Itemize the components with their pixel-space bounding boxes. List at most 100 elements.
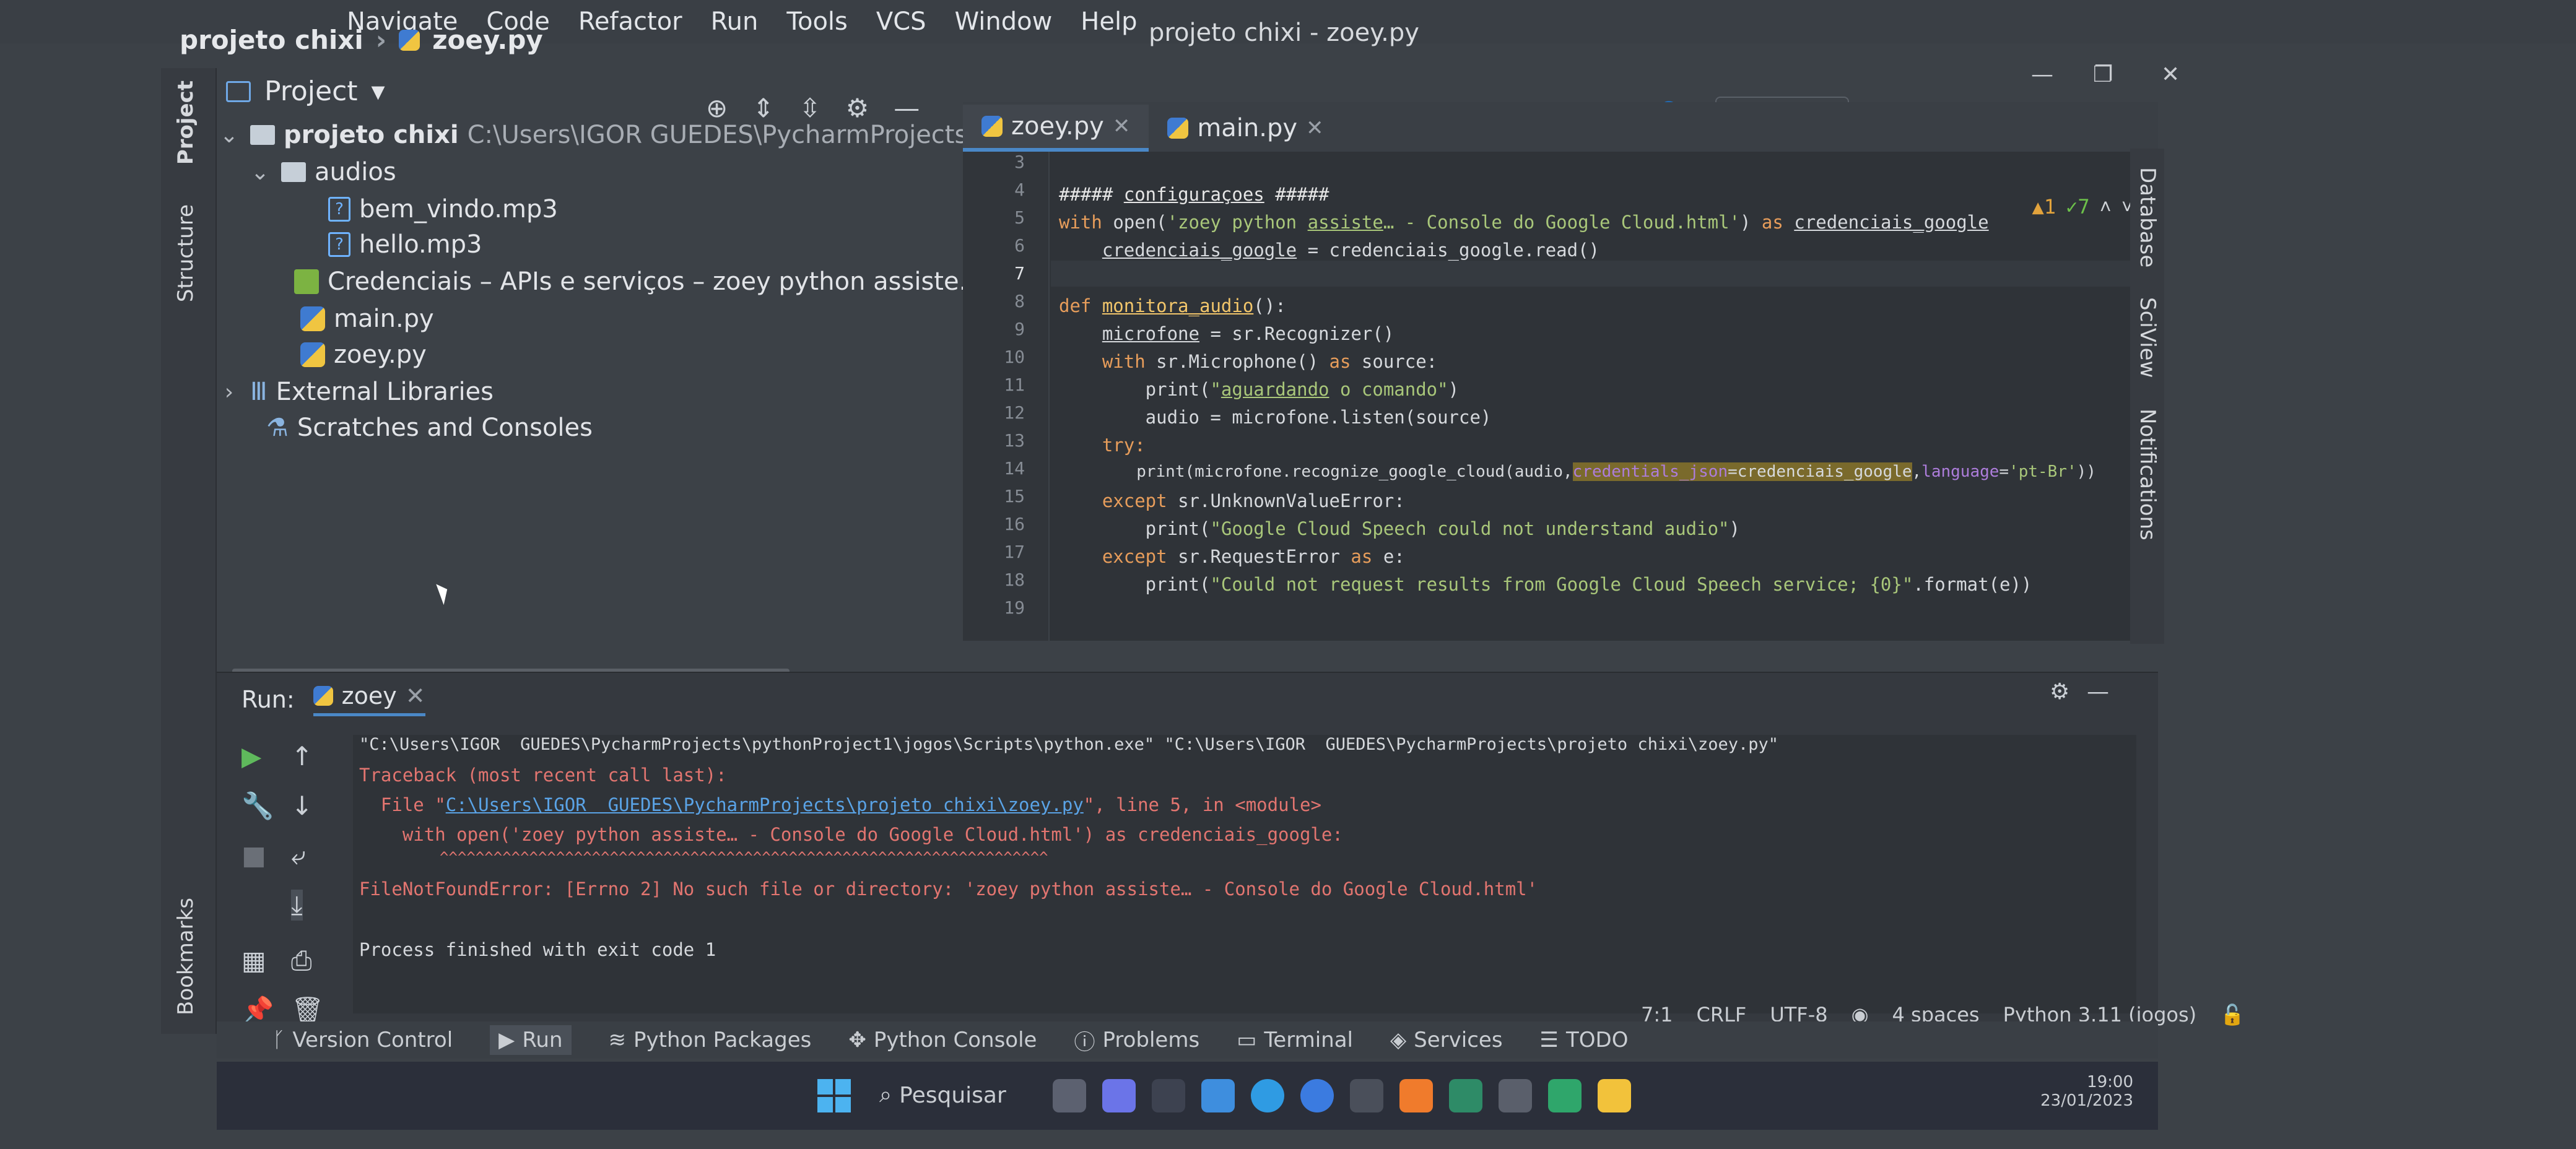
sciview-tool-label[interactable]: SciView (2135, 297, 2160, 378)
chrome-icon[interactable] (1300, 1079, 1334, 1112)
tree-item-label: Scratches and Consoles (297, 414, 593, 442)
close-icon[interactable]: ✕ (2161, 62, 2180, 87)
tree-item-scratches[interactable]: ⚗ Scratches and Consoles (266, 414, 593, 442)
locate-icon[interactable]: ⊕ (706, 93, 728, 123)
database-tool-label[interactable]: Database (2135, 167, 2160, 267)
tool-problems[interactable]: ⓘ Problems (1074, 1025, 1199, 1056)
unknown-file-icon: ? (328, 232, 350, 257)
expand-all-icon[interactable]: ⇕ (752, 93, 774, 123)
project-tool-label[interactable]: Project (173, 80, 198, 165)
hide-icon[interactable]: — (894, 93, 920, 123)
notifications-tool-label[interactable]: Notifications (2135, 409, 2160, 540)
app-icon[interactable] (1399, 1079, 1433, 1112)
system-tray[interactable]: 19:00 23/01/2023 (2040, 1073, 2133, 1110)
project-panel-title[interactable]: Project (264, 76, 358, 107)
tree-item-audios[interactable]: ⌄ audios (248, 158, 396, 186)
code-line-15: except sr.UnknownValueError: (1102, 490, 1405, 511)
tool-todo[interactable]: ☰ TODO (1540, 1028, 1629, 1052)
run-tab-zoey[interactable]: zoey ✕ (313, 682, 425, 716)
list-icon: ☰ (1539, 1028, 1559, 1052)
menu-refactor[interactable]: Refactor (578, 7, 682, 36)
chevron-up-icon[interactable]: ˄ (2100, 195, 2112, 220)
hide-icon[interactable]: — (2087, 679, 2109, 705)
lock-icon[interactable]: 🔓 (2220, 1003, 2245, 1026)
maximize-icon[interactable]: ❐ (2093, 62, 2113, 87)
store-icon[interactable] (1201, 1079, 1235, 1112)
chevron-down-icon[interactable]: ▾ (372, 76, 385, 107)
teams-icon[interactable] (1102, 1079, 1136, 1112)
menu-tools[interactable]: Tools (786, 7, 848, 36)
breadcrumb-project[interactable]: projeto chixi (180, 25, 363, 55)
collapse-all-icon[interactable]: ⇳ (799, 93, 820, 123)
breadcrumb-file[interactable]: zoey.py (432, 25, 543, 55)
edge-icon[interactable] (1251, 1079, 1284, 1112)
close-icon[interactable]: ✕ (1306, 116, 1324, 141)
menu-vcs[interactable]: VCS (876, 7, 926, 36)
line-number: 4 (1014, 180, 1025, 200)
windows-start-icon[interactable] (817, 1079, 851, 1112)
tree-item-bem-vindo[interactable]: ? bem_vindo.mp3 (328, 195, 558, 223)
task-view-icon[interactable] (1053, 1079, 1086, 1112)
tab-zoey[interactable]: zoey.py ✕ (963, 105, 1149, 152)
close-icon[interactable]: ✕ (1113, 114, 1131, 139)
print-icon[interactable]: ⎙ (291, 945, 312, 976)
stop-icon[interactable]: ■ (242, 840, 266, 870)
tree-item-hello[interactable]: ? hello.mp3 (328, 230, 482, 259)
menu-run[interactable]: Run (711, 7, 759, 36)
tool-run[interactable]: ▶ Run (490, 1025, 572, 1055)
tray-date: 23/01/2023 (2040, 1091, 2133, 1110)
tab-main[interactable]: main.py ✕ (1149, 105, 1342, 152)
app-icon[interactable] (1499, 1079, 1532, 1112)
tool-services[interactable]: ◈ Services (1390, 1028, 1503, 1052)
menu-window[interactable]: Window (955, 7, 1053, 36)
tree-item-external-libraries[interactable]: › Ⅲ External Libraries (217, 378, 494, 406)
tree-item-zoey[interactable]: zoey.py (300, 340, 427, 369)
app-icon[interactable] (1449, 1079, 1482, 1112)
bottom-tool-bar: ᚴ Version Control ▶ Run ≋ Python Packages ✥… (217, 1021, 2158, 1059)
structure-tool-label[interactable]: Structure (173, 204, 198, 302)
tool-terminal[interactable]: ▭ Terminal (1237, 1028, 1353, 1052)
scratches-icon: ⚗ (266, 414, 289, 442)
layout-icon[interactable]: ▦ (242, 945, 266, 976)
gear-icon[interactable]: ⚙ (846, 93, 869, 123)
bookmarks-tool-label[interactable]: Bookmarks (173, 898, 198, 1015)
console-caret-line: ^^^^^^^^^^^^^^^^^^^^^^^^^^^^^^^^^^^^^^^^… (359, 849, 1048, 866)
taskbar-search[interactable]: ⌕ Pesquisar (879, 1070, 1034, 1120)
layers-icon: ≋ (608, 1028, 627, 1052)
chevron-right-icon: › (375, 25, 387, 55)
tool-version-control[interactable]: ᚴ Version Control (272, 1028, 453, 1052)
run-icon: ▶ (498, 1028, 515, 1052)
project-panel-actions: ⊕ ⇕ ⇳ ⚙ — (706, 93, 920, 123)
tool-label: TODO (1566, 1028, 1629, 1052)
wrench-icon[interactable]: 🔧 (242, 791, 274, 822)
run-panel-header: Run: zoey ✕ (242, 682, 425, 716)
tool-python-console[interactable]: ✥ Python Console (848, 1028, 1037, 1052)
menu-help[interactable]: Help (1081, 7, 1137, 36)
services-icon: ◈ (1390, 1028, 1407, 1052)
console-output[interactable]: "C:\Users\IGOR GUEDES\PycharmProjects\py… (353, 735, 2136, 1013)
code-editor[interactable]: 3 4 5 6 7 8 9 10 11 12 13 14 15 16 17 18… (963, 152, 2158, 641)
soft-wrap-icon[interactable]: ⤶ (291, 840, 306, 871)
tool-python-packages[interactable]: ≋ Python Packages (609, 1028, 812, 1052)
rerun-icon[interactable]: ▶ (242, 741, 261, 771)
arrow-up-icon[interactable]: ↑ (291, 741, 313, 771)
close-icon[interactable]: ✕ (406, 682, 425, 709)
python-file-icon (981, 116, 1003, 137)
file-explorer-icon[interactable] (1598, 1079, 1631, 1112)
pycharm-icon[interactable] (1548, 1079, 1582, 1112)
tree-item-label: hello.mp3 (359, 230, 482, 259)
run-panel: Run: zoey ✕ ⚙ — ▶ ↑ 🔧 ↓ ■ ⤶ ⤓ ▦ ⎙ 📌 🗑 "C… (217, 672, 2158, 1025)
console-file-link[interactable]: C:\Users\IGOR GUEDES\PycharmProjects\pro… (446, 794, 1084, 815)
tree-root[interactable]: ⌄ projeto chixi C:\Users\IGOR GUEDES\Pyc… (217, 121, 1063, 149)
tree-item-main[interactable]: main.py (300, 305, 434, 333)
gear-icon[interactable]: ⚙ (2050, 679, 2069, 705)
arrow-down-icon[interactable]: ↓ (291, 791, 313, 821)
widgets-icon[interactable] (1152, 1079, 1185, 1112)
minimize-icon[interactable]: — (2031, 62, 2053, 87)
inspection-widget[interactable]: ▲1 ✓7 ˄ ˅ (2032, 195, 2133, 220)
settings-icon[interactable] (1350, 1079, 1383, 1112)
line-number: 11 (1004, 375, 1025, 395)
tool-label: Problems (1102, 1028, 1200, 1052)
scroll-to-end-icon[interactable]: ⤓ (291, 890, 303, 921)
line-number: 8 (1014, 291, 1025, 311)
